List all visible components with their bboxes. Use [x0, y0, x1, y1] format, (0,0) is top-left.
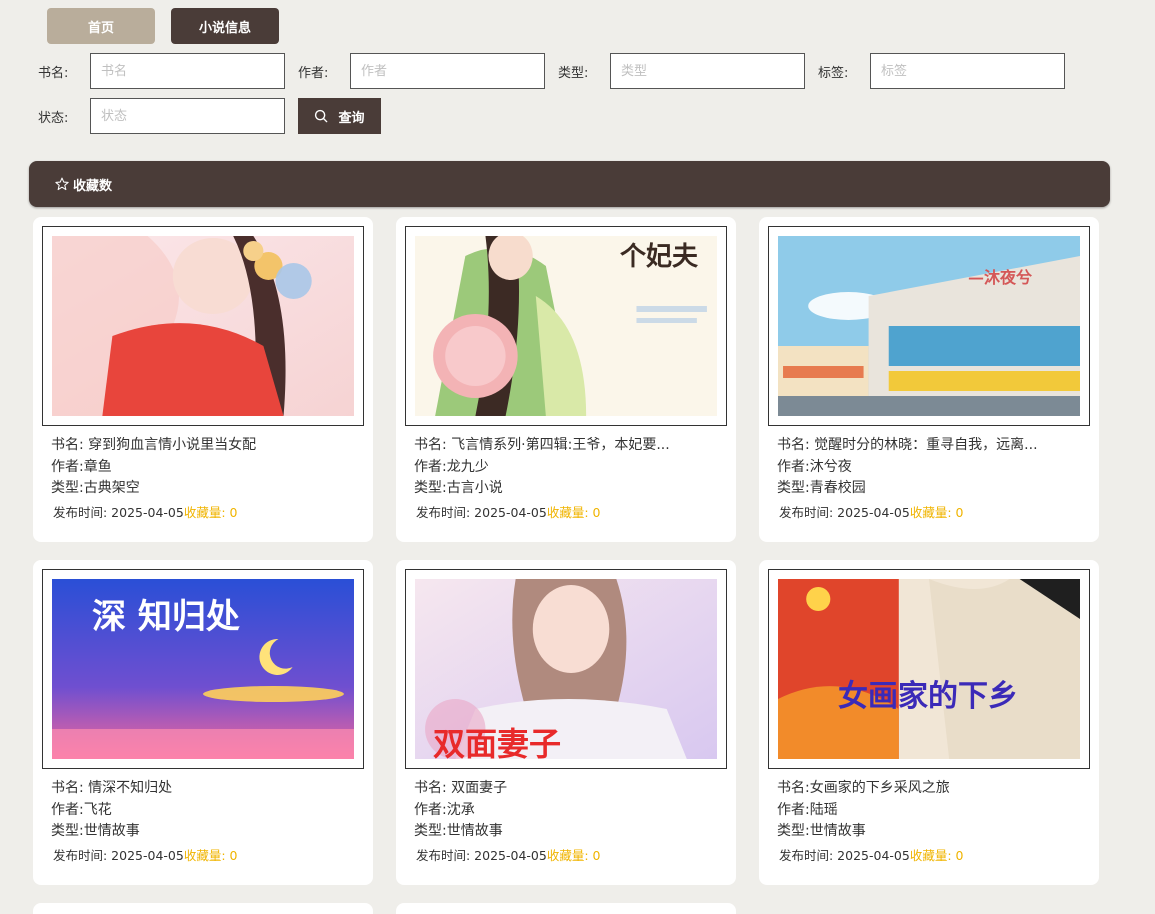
- novel-cover-text: 女画家的下乡: [838, 679, 1018, 714]
- novel-card[interactable]: 女画家的下乡 书名:女画家的下乡采风之旅 作者:陆瑶 类型:世情故事 发布时间:…: [759, 560, 1099, 885]
- novel-cover-image[interactable]: 个妃夫: [415, 236, 717, 416]
- search-button-label: 查询: [338, 110, 365, 126]
- type-filter-input[interactable]: [610, 53, 805, 89]
- novel-card[interactable]: 书名: 穿到狗血言情小说里当女配 作者:章鱼 类型:古典架空 发布时间: 202…: [33, 217, 373, 542]
- sort-by-favorites-bar[interactable]: 收藏数: [29, 161, 1110, 207]
- tag-filter-label: 标签:: [818, 65, 849, 81]
- novel-publish-date: 发布时间: 2025-04-05: [416, 504, 547, 520]
- novel-card[interactable]: [396, 903, 736, 914]
- title-filter-label: 书名:: [38, 65, 69, 81]
- novel-cover-text: 个妃夫: [620, 242, 699, 272]
- novel-favorite-count: 收藏量: 0: [183, 504, 238, 520]
- novel-cover-text: 深 知归处: [92, 597, 240, 637]
- novel-cover-image[interactable]: —沐夜兮: [778, 236, 1080, 416]
- novel-card[interactable]: —沐夜兮 书名: 觉醒时分的林晓：重寻自我，远离... 作者:沐兮夜 类型:青春…: [759, 217, 1099, 542]
- author-filter-label: 作者:: [298, 65, 329, 81]
- novel-author: 作者:龙九少: [414, 458, 489, 475]
- novel-type: 类型:世情故事: [51, 823, 140, 839]
- novel-card[interactable]: 深 知归处 书名: 情深不知归处 作者:飞花 类型:世情故事 发布时间: 202…: [33, 560, 373, 885]
- star-icon: [55, 177, 69, 191]
- author-filter-input[interactable]: [350, 53, 545, 89]
- novel-publish-date: 发布时间: 2025-04-05: [779, 847, 910, 863]
- novel-favorite-count: 收藏量: 0: [546, 847, 601, 863]
- novel-type: 类型:青春校园: [777, 480, 866, 496]
- novel-author: 作者:陆瑶: [777, 801, 838, 818]
- sort-by-favorites-label: 收藏数: [73, 178, 113, 194]
- novel-author: 作者:沈承: [414, 801, 475, 818]
- novel-title: 书名:女画家的下乡采风之旅: [777, 780, 950, 796]
- novel-cover-frame: 女画家的下乡: [768, 569, 1090, 769]
- search-button[interactable]: 查询: [298, 98, 381, 134]
- novel-title: 书名: 穿到狗血言情小说里当女配: [51, 437, 257, 453]
- novel-favorite-count: 收藏量: 0: [183, 847, 238, 863]
- novel-title: 书名: 觉醒时分的林晓：重寻自我，远离...: [777, 437, 1038, 453]
- novel-publish-date: 发布时间: 2025-04-05: [416, 847, 547, 863]
- novel-title: 书名: 飞言情系列·第四辑:王爷，本妃要...: [414, 437, 670, 453]
- novel-cover-image[interactable]: 双面妻子: [415, 579, 717, 759]
- novel-title: 书名: 双面妻子: [414, 780, 508, 796]
- novel-cover-text: 双面妻子: [433, 725, 562, 759]
- novel-cover-frame: —沐夜兮: [768, 226, 1090, 426]
- novel-cover-frame: 深 知归处: [42, 569, 364, 769]
- novel-cover-frame: 个妃夫: [405, 226, 727, 426]
- novel-card[interactable]: 双面妻子 书名: 双面妻子 作者:沈承 类型:世情故事 发布时间: 2025-0…: [396, 560, 736, 885]
- novel-cover-frame: [42, 226, 364, 426]
- novel-favorite-count: 收藏量: 0: [909, 847, 964, 863]
- status-filter-label: 状态:: [38, 110, 69, 126]
- novel-type: 类型:世情故事: [777, 823, 866, 839]
- novel-cover-image[interactable]: [52, 236, 354, 416]
- status-filter-input[interactable]: [90, 98, 285, 134]
- novel-cover-frame: 双面妻子: [405, 569, 727, 769]
- novel-publish-date: 发布时间: 2025-04-05: [53, 847, 184, 863]
- top-nav: 首页 小说信息: [47, 8, 279, 44]
- search-icon: [315, 109, 328, 123]
- novel-cover-text: —沐夜兮: [968, 268, 1033, 287]
- novel-publish-date: 发布时间: 2025-04-05: [53, 504, 184, 520]
- novel-type: 类型:古言小说: [414, 480, 503, 496]
- nav-home-button[interactable]: 首页: [47, 8, 155, 44]
- novel-author: 作者:章鱼: [51, 458, 112, 475]
- novel-cover-image[interactable]: 女画家的下乡: [778, 579, 1080, 759]
- novel-type: 类型:古典架空: [51, 480, 140, 496]
- novel-type: 类型:世情故事: [414, 823, 503, 839]
- novel-cover-image[interactable]: 深 知归处: [52, 579, 354, 759]
- title-filter-input[interactable]: [90, 53, 285, 89]
- novel-author: 作者:沐兮夜: [777, 458, 852, 475]
- novel-card[interactable]: [33, 903, 373, 914]
- novel-favorite-count: 收藏量: 0: [546, 504, 601, 520]
- nav-novel-info-button[interactable]: 小说信息: [171, 8, 279, 44]
- novel-publish-date: 发布时间: 2025-04-05: [779, 504, 910, 520]
- novel-author: 作者:飞花: [51, 801, 112, 818]
- filter-form: 书名: 作者: 类型: 标签: 状态: 查询: [38, 53, 1118, 143]
- type-filter-label: 类型:: [558, 65, 589, 81]
- novel-card[interactable]: 个妃夫 书名: 飞言情系列·第四辑:王爷，本妃要... 作者:龙九少 类型:古言…: [396, 217, 736, 542]
- novel-favorite-count: 收藏量: 0: [909, 504, 964, 520]
- tag-filter-input[interactable]: [870, 53, 1065, 89]
- novel-title: 书名: 情深不知归处: [51, 780, 173, 796]
